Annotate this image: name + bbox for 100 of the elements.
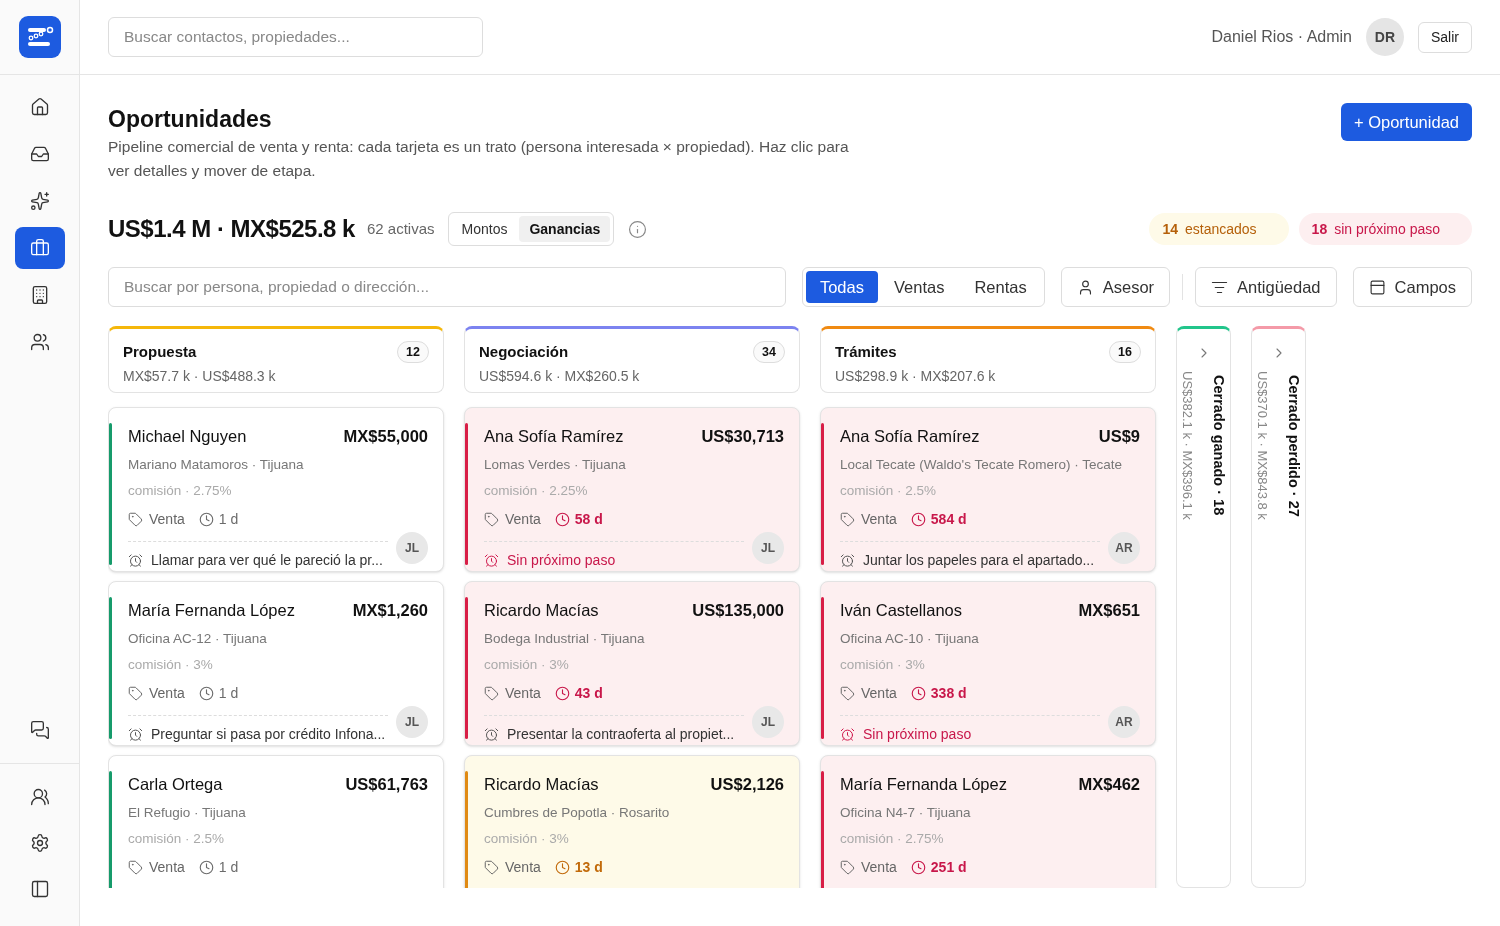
toggle-option[interactable]: Montos <box>451 216 518 242</box>
column-title: Cerrado perdido · 27 <box>1285 374 1304 517</box>
agent-avatar: JL <box>752 706 784 739</box>
contact-name: Carla Ortega <box>128 774 223 795</box>
type-tab[interactable]: Ventas <box>879 271 959 303</box>
property-text: Oficina N4-7 · Tijuana <box>840 803 971 822</box>
active-count: 62 activas <box>366 218 435 239</box>
commission-text: comisión · 2.5% <box>840 482 937 500</box>
clock-icon <box>198 686 214 702</box>
clock-icon <box>910 512 926 528</box>
alarm-icon <box>128 553 143 569</box>
property-text: Local Tecate (Waldo's Tecate Romero) · Tecate <box>840 455 1122 474</box>
type-tab[interactable]: Todas <box>805 271 878 303</box>
tag-icon <box>128 860 143 876</box>
deal-card[interactable]: María Fernanda López MX$462 Oficina N4-7 · Tijuana comisión · 2.75% Venta 251 d <box>820 755 1156 888</box>
inbox-icon <box>29 144 50 164</box>
deal-card[interactable]: Ana Sofía Ramírez US$9 Local Tecate (Waldo's Tecate Romero) · Tecate comisión · 2.5% Venta 584 d Juntar los papeles para el apartado... AR <box>820 407 1156 572</box>
filter-button[interactable]: Campos <box>1352 267 1472 307</box>
alert-label: estancados <box>1185 219 1257 239</box>
next-step-text: Llamar para ver qué le pareció la pr... <box>151 551 383 571</box>
commission-text: comisión · 2.5% <box>128 830 225 848</box>
filter-button[interactable]: Antigüedad <box>1195 267 1337 307</box>
new-opportunity-button[interactable]: + Oportunidad <box>1340 103 1472 141</box>
deal-amount: US$135,000 <box>692 600 784 621</box>
deal-type: Venta <box>149 858 185 878</box>
commission-text: comisión · 2.25% <box>484 482 588 500</box>
collapsed-column[interactable]: Cerrado ganado · 18 US$382.1 k · MX$396.1 k <box>1176 326 1231 888</box>
deal-card[interactable]: Ricardo Macías US$135,000 Bodega Industrial · Tijuana comisión · 3% Venta 43 d Presentar la contraoferta al propiet... JL <box>464 581 800 746</box>
clock-icon <box>554 860 570 876</box>
deal-type: Venta <box>505 510 541 530</box>
property-text: Cumbres de Popotla · Rosarito <box>484 803 670 822</box>
column-totals: US$298.9 k · MX$207.6 k <box>835 367 996 384</box>
next-step-text: Sin próximo paso <box>863 725 972 745</box>
commission-text: comisión · 3% <box>484 830 569 848</box>
commission-text: comisión · 3% <box>128 656 213 674</box>
property-text: Lomas Verdes · Tijuana <box>484 455 626 474</box>
users-icon <box>29 332 50 352</box>
tag-icon <box>484 686 499 702</box>
deal-type: Venta <box>861 858 897 878</box>
age-text: 43 d <box>574 684 603 704</box>
clock-icon <box>554 512 570 528</box>
property-text: Oficina AC-10 · Tijuana <box>840 629 979 648</box>
agent-avatar: JL <box>752 532 784 565</box>
contact-name: María Fernanda López <box>840 774 1007 795</box>
home-icon <box>29 97 50 117</box>
tag-icon <box>128 512 143 528</box>
age-text: 1 d <box>218 510 239 530</box>
next-step-text: Juntar los papeles para el apartado... <box>863 551 1095 571</box>
column-title: Propuesta <box>123 342 197 362</box>
tag-icon <box>840 512 855 528</box>
collapsed-column[interactable]: Cerrado perdido · 27 US$370.1 k · MX$843.8 k <box>1251 326 1306 888</box>
alert-pill[interactable]: 14 estancados <box>1149 213 1289 245</box>
filter-button[interactable]: Asesor <box>1060 267 1171 307</box>
user-name: Daniel Rios · Admin <box>1211 27 1352 47</box>
deal-amount: MX$462 <box>1078 774 1140 795</box>
deal-amount: MX$651 <box>1078 600 1140 621</box>
column-title: Negociación <box>479 342 569 362</box>
clock-icon <box>910 860 926 876</box>
search-field[interactable]: Buscar contactos, propiedades... <box>108 17 483 57</box>
chat-icon <box>29 720 50 740</box>
deal-card[interactable]: Iván Castellanos MX$651 Oficina AC-10 · Tijuana comisión · 3% Venta 338 d Sin próximo paso AR <box>820 581 1156 746</box>
contact-name: María Fernanda López <box>128 600 295 621</box>
contact-name: Ricardo Macías <box>484 774 599 795</box>
agent-avatar: JL <box>396 706 428 739</box>
deal-amount: US$61,763 <box>345 774 428 795</box>
deal-card[interactable]: Carla Ortega US$61,763 El Refugio · Tijuana comisión · 2.5% Venta 1 d <box>108 755 444 888</box>
age-text: 1 d <box>218 858 239 878</box>
alarm-icon <box>484 553 499 569</box>
commission-text: comisión · 2.75% <box>128 482 232 500</box>
next-step-text: Sin próximo paso <box>507 551 616 571</box>
column-count: 16 <box>1109 341 1141 364</box>
column-count: 12 <box>397 341 429 364</box>
page-title: Oportunidades <box>108 105 272 134</box>
deal-type: Venta <box>149 684 185 704</box>
pipeline-total: US$1.4 M · MX$525.8 k <box>108 214 355 244</box>
clock-icon <box>198 512 214 528</box>
agent-avatar: AR <box>1108 706 1140 739</box>
age-text: 251 d <box>930 858 967 878</box>
toggle-option[interactable]: Ganancias <box>519 216 611 242</box>
deal-card[interactable]: Michael Nguyen MX$55,000 Mariano Matamoros · Tijuana comisión · 2.75% Venta 1 d Llamar para ver qué le pareció la pr... JL <box>108 407 444 572</box>
logout-button[interactable]: Salir <box>1418 21 1472 53</box>
property-text: Mariano Matamoros · Tijuana <box>128 455 304 474</box>
info-icon[interactable] <box>628 219 648 239</box>
deal-card[interactable]: María Fernanda López MX$1,260 Oficina AC-12 · Tijuana comisión · 3% Venta 1 d Preguntar si pasa por crédito Infona... JL <box>108 581 444 746</box>
filter-search-field[interactable]: Buscar por persona, propiedad o dirección... <box>108 267 786 307</box>
deal-card[interactable]: Ricardo Macías US$2,126 Cumbres de Popotla · Rosarito comisión · 3% Venta 13 d <box>464 755 800 888</box>
deal-card[interactable]: Ana Sofía Ramírez US$30,713 Lomas Verdes · Tijuana comisión · 2.25% Venta 58 d Sin próximo paso JL <box>464 407 800 572</box>
contact-name: Iván Castellanos <box>840 600 962 621</box>
user-avatar[interactable]: DR <box>1366 18 1404 56</box>
contact-name: Ana Sofía Ramírez <box>484 426 624 447</box>
clock-icon <box>554 686 570 702</box>
logo-icon <box>18 16 61 58</box>
age-text: 58 d <box>574 510 603 530</box>
type-tab[interactable]: Rentas <box>960 271 1041 303</box>
deal-type: Venta <box>505 684 541 704</box>
alert-pill[interactable]: 18 sin próximo paso <box>1298 213 1472 245</box>
deal-amount: US$9 <box>1098 426 1140 447</box>
alarm-icon <box>840 553 855 569</box>
tag-icon <box>128 686 143 702</box>
nav-item[interactable] <box>14 227 65 269</box>
